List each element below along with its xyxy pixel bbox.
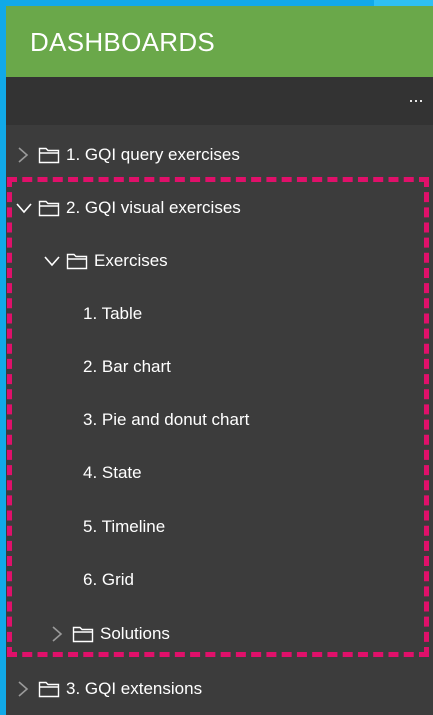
tree-folder-2[interactable]: 2. GQI visual exercises <box>6 181 433 234</box>
tree-item-bar-chart[interactable]: 2. Bar chart <box>6 340 433 393</box>
chevron-right-icon[interactable] <box>16 145 30 165</box>
tree-folder-1[interactable]: 1. GQI query exercises <box>6 128 433 181</box>
folder-icon <box>72 625 94 643</box>
tree-item-pie-donut-chart[interactable]: 3. Pie and donut chart <box>6 393 433 446</box>
tree-folder-label: 2. GQI visual exercises <box>66 197 241 217</box>
tree-subfolder-label: Solutions <box>100 623 170 643</box>
tree-folder-label: 1. GQI query exercises <box>66 144 240 164</box>
panel-toolbar: ... <box>6 77 433 125</box>
tree-folder-label: 3. GQI extensions <box>66 678 203 698</box>
dashboard-tree: 1. GQI query exercises 2. GQI visual exe… <box>6 125 433 715</box>
tree-item-label: 1. Table <box>83 303 143 323</box>
tree-item-label: 3. Pie and donut chart <box>83 409 250 429</box>
tree-item-table[interactable]: 1. Table <box>6 287 433 340</box>
tree-subfolder-solutions[interactable]: Solutions <box>6 607 433 660</box>
tree-subfolder-label: Exercises <box>94 250 168 270</box>
more-icon: ... <box>408 86 424 106</box>
chevron-right-icon[interactable] <box>16 679 30 699</box>
tree-item-label: 5. Timeline <box>83 516 166 536</box>
tree-item-state[interactable]: 4. State <box>6 446 433 499</box>
tree-item-label: 6. Grid <box>83 569 135 589</box>
tree-item-timeline[interactable]: 5. Timeline <box>6 500 433 553</box>
tree-item-grid[interactable]: 6. Grid <box>6 553 433 606</box>
tree-item-label: 2. Bar chart <box>83 356 171 376</box>
panel-header: DASHBOARDS <box>6 6 433 77</box>
chevron-down-icon[interactable] <box>44 251 60 271</box>
tree-item-label: 4. State <box>83 462 142 482</box>
folder-icon <box>66 252 88 270</box>
chevron-right-icon[interactable] <box>50 624 64 644</box>
tree-subfolder-exercises[interactable]: Exercises <box>6 234 433 287</box>
dashboards-panel: DASHBOARDS ... 1. GQI query exercises 2.… <box>0 0 433 715</box>
folder-icon <box>38 199 60 217</box>
chevron-down-icon[interactable] <box>16 198 32 218</box>
panel-title: DASHBOARDS <box>30 27 216 57</box>
more-button[interactable]: ... <box>403 86 429 111</box>
tree-folder-3[interactable]: 3. GQI extensions <box>6 662 433 715</box>
folder-icon <box>38 146 60 164</box>
folder-icon <box>38 680 60 698</box>
